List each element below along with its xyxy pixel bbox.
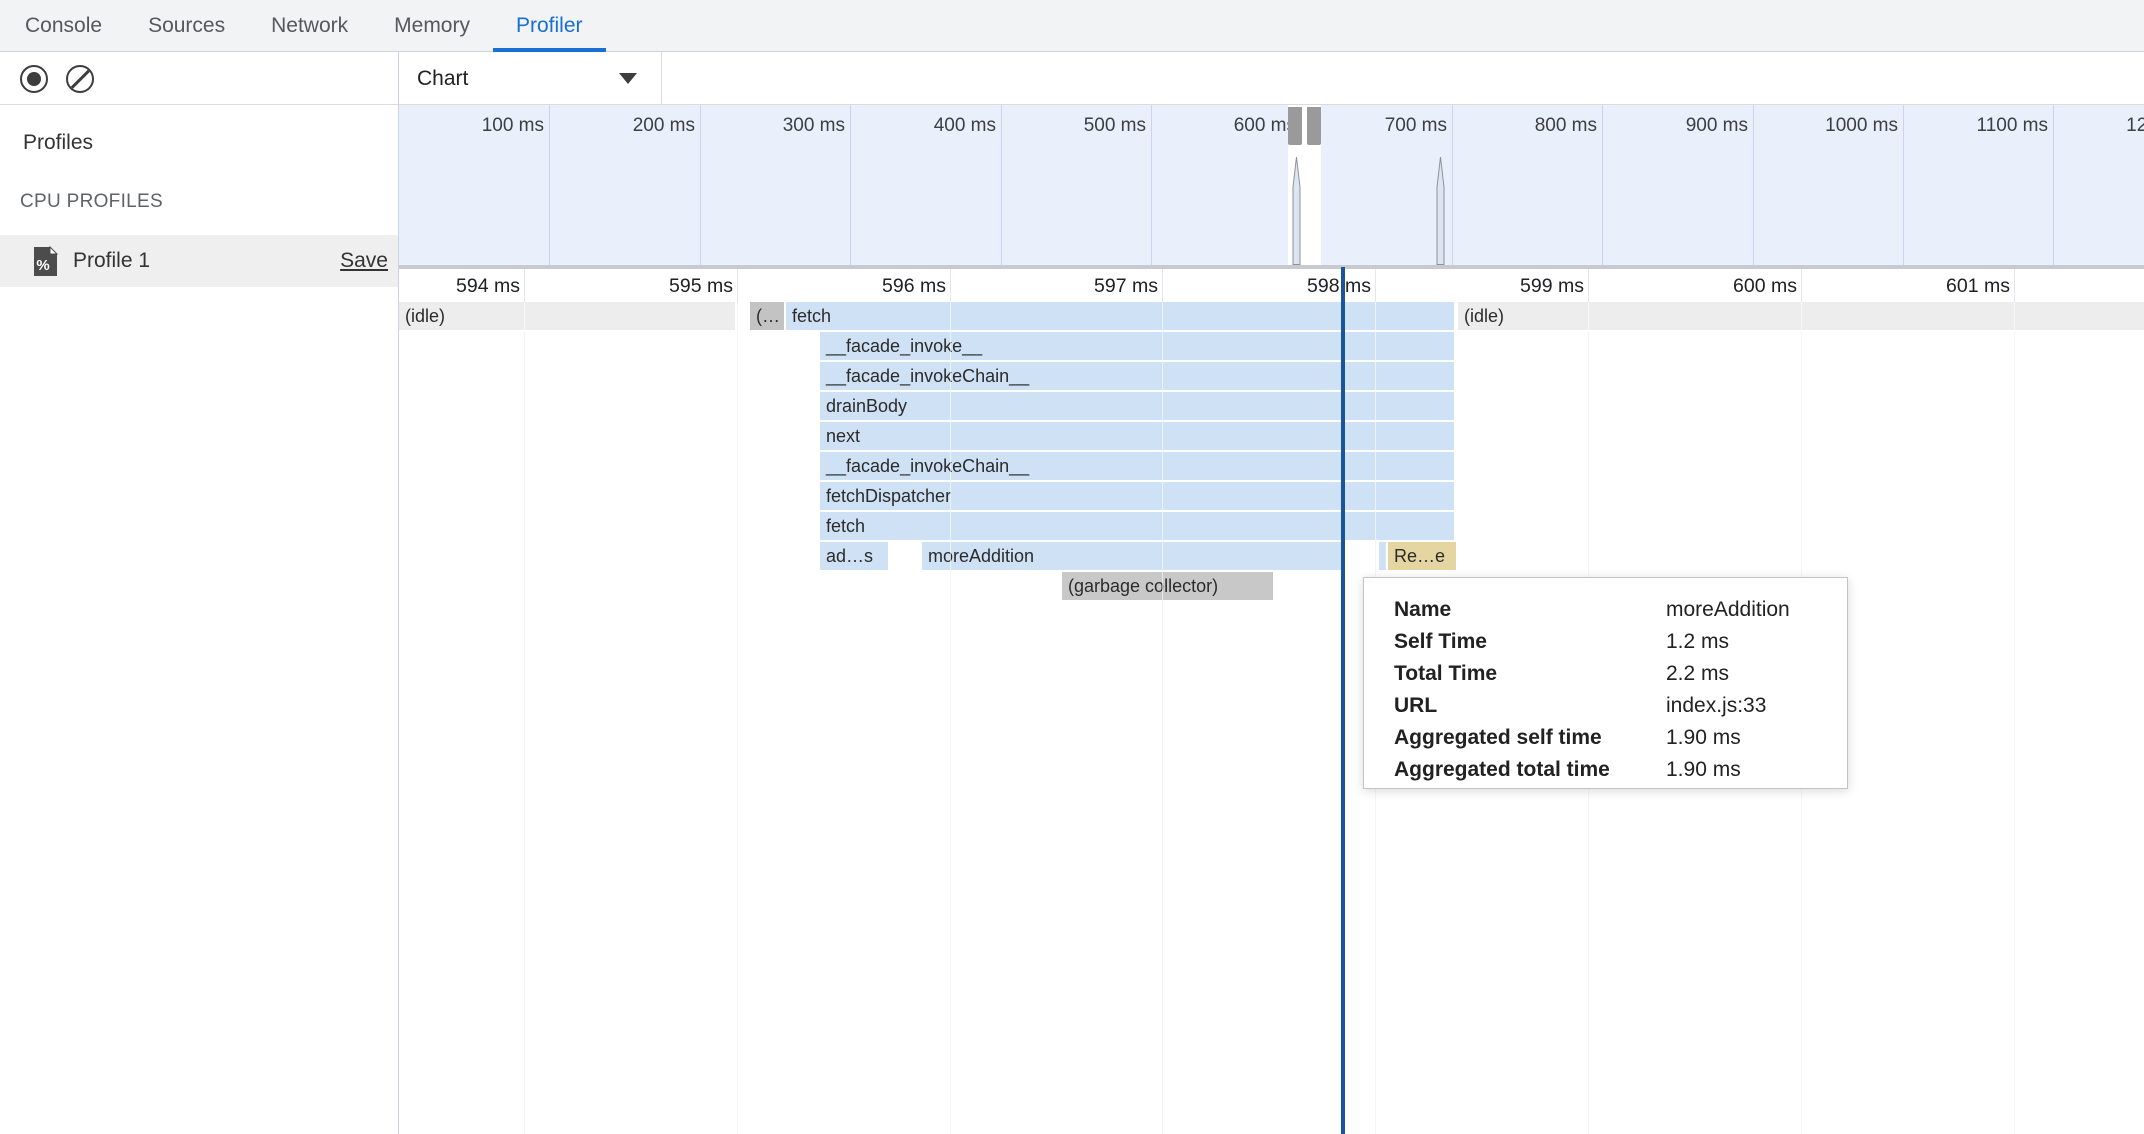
grid-line-overlay xyxy=(524,302,525,1134)
clear-button[interactable] xyxy=(66,65,94,93)
flame-block-fetch[interactable]: fetch xyxy=(820,512,1454,540)
tooltip-row: Aggregated self time1.90 ms xyxy=(1394,722,1847,754)
save-link[interactable]: Save xyxy=(340,249,388,273)
flame-block-drainbody[interactable]: drainBody xyxy=(820,392,1454,420)
profile-name: Profile 1 xyxy=(73,249,150,273)
flame-block[interactable] xyxy=(1379,542,1386,570)
tab-profiler[interactable]: Profiler xyxy=(493,0,606,51)
devtools-window: ConsoleSourcesNetworkMemoryProfiler Char… xyxy=(0,0,2144,1134)
tooltip-value: 1.90 ms xyxy=(1666,722,1741,754)
tooltip-label: Total Time xyxy=(1394,658,1666,690)
grid-line-overlay xyxy=(737,302,738,1134)
tooltip-label: Self Time xyxy=(1394,626,1666,658)
overview-tick-label: 1200 ms xyxy=(2045,113,2144,139)
tab-memory[interactable]: Memory xyxy=(371,0,493,51)
tooltip-value: moreAddition xyxy=(1666,594,1790,626)
tooltip-row: URLindex.js:33 xyxy=(1394,690,1847,722)
chevron-down-icon xyxy=(619,73,637,84)
flame-block--facade-invoke-[interactable]: __facade_invoke__ xyxy=(820,332,1454,360)
overview-tick-label: 500 ms xyxy=(992,113,1146,139)
profiler-toolbar: Chart xyxy=(0,52,2144,105)
cpu-profiles-section-label: CPU PROFILES xyxy=(20,191,163,213)
selection-handle-right[interactable] xyxy=(1307,107,1321,145)
tab-network[interactable]: Network xyxy=(248,0,371,51)
overview-activity-spike xyxy=(1436,157,1445,265)
tooltip-row: Total Time2.2 ms xyxy=(1394,658,1847,690)
overview-tick-label: 400 ms xyxy=(842,113,996,139)
overview-tick-label: 1000 ms xyxy=(1744,113,1898,139)
overview-tick-label: 1100 ms xyxy=(1894,113,2048,139)
tooltip-label: Aggregated self time xyxy=(1394,722,1666,754)
tab-sources[interactable]: Sources xyxy=(125,0,248,51)
grid-line-overlay xyxy=(1162,302,1163,1134)
overview-tick-label: 800 ms xyxy=(1443,113,1597,139)
flame-block-re-e[interactable]: Re…e xyxy=(1388,542,1456,570)
grid-line-overlay xyxy=(2014,302,2015,1134)
tooltip-row: NamemoreAddition xyxy=(1394,594,1847,626)
clear-icon xyxy=(66,65,94,93)
overview-tick-label: 300 ms xyxy=(691,113,845,139)
tooltip-value: 1.90 ms xyxy=(1666,754,1741,786)
view-mode-value: Chart xyxy=(417,67,468,91)
overview-tick-label: 200 ms xyxy=(541,113,695,139)
frame-tooltip: NamemoreAdditionSelf Time1.2 msTotal Tim… xyxy=(1363,577,1848,789)
grid-line-overlay xyxy=(950,302,951,1134)
flame-chart-pane: 100 ms200 ms300 ms400 ms500 ms600 ms700 … xyxy=(399,105,2144,1134)
overview-activity-spike xyxy=(1292,157,1301,265)
svg-text:%: % xyxy=(36,257,49,274)
timeline-overview[interactable]: 100 ms200 ms300 ms400 ms500 ms600 ms700 … xyxy=(399,105,2144,265)
selection-handle-left[interactable] xyxy=(1288,107,1302,145)
record-button[interactable] xyxy=(20,65,48,93)
tooltip-value: 1.2 ms xyxy=(1666,626,1729,658)
overview-tick-label: 900 ms xyxy=(1594,113,1748,139)
flame-block--idle-[interactable]: (idle) xyxy=(399,302,735,330)
flame-block--facade-invokechain-[interactable]: __facade_invokeChain__ xyxy=(820,362,1454,390)
profile-document-icon: % xyxy=(32,245,59,278)
playhead-line[interactable] xyxy=(1341,267,1345,1134)
flame-block--facade-invokechain-[interactable]: __facade_invokeChain__ xyxy=(820,452,1454,480)
overview-tick-label: 600 ms xyxy=(1142,113,1296,139)
overview-tick-label: 100 ms xyxy=(390,113,544,139)
flame-block-ad-s[interactable]: ad…s xyxy=(820,542,888,570)
view-mode-dropdown[interactable]: Chart xyxy=(399,52,662,105)
devtools-tabbar: ConsoleSourcesNetworkMemoryProfiler xyxy=(0,0,2144,52)
flame-block--[interactable]: (… xyxy=(750,302,784,330)
tab-console[interactable]: Console xyxy=(2,0,125,51)
tooltip-label: Aggregated total time xyxy=(1394,754,1666,786)
flame-block-fetchdispatcher[interactable]: fetchDispatcher xyxy=(820,482,1454,510)
tooltip-row: Self Time1.2 ms xyxy=(1394,626,1847,658)
sidebar-heading: Profiles xyxy=(23,131,93,155)
profiles-sidebar: Profiles CPU PROFILES % Profile 1 Save xyxy=(0,105,398,1134)
flame-graph: (idle)(…fetch(idle)__facade_invoke____fa… xyxy=(399,269,2144,1134)
tooltip-label: Name xyxy=(1394,594,1666,626)
flame-block-moreaddition[interactable]: moreAddition xyxy=(922,542,1343,570)
tooltip-row: Aggregated total time1.90 ms xyxy=(1394,754,1847,786)
tooltip-label: URL xyxy=(1394,690,1666,722)
flame-block-fetch[interactable]: fetch xyxy=(786,302,1454,330)
record-icon xyxy=(20,65,48,93)
flame-block--garbage-collector-[interactable]: (garbage collector) xyxy=(1062,572,1273,600)
flame-block-next[interactable]: next xyxy=(820,422,1454,450)
tooltip-value: 2.2 ms xyxy=(1666,658,1729,690)
tooltip-value: index.js:33 xyxy=(1666,690,1766,722)
